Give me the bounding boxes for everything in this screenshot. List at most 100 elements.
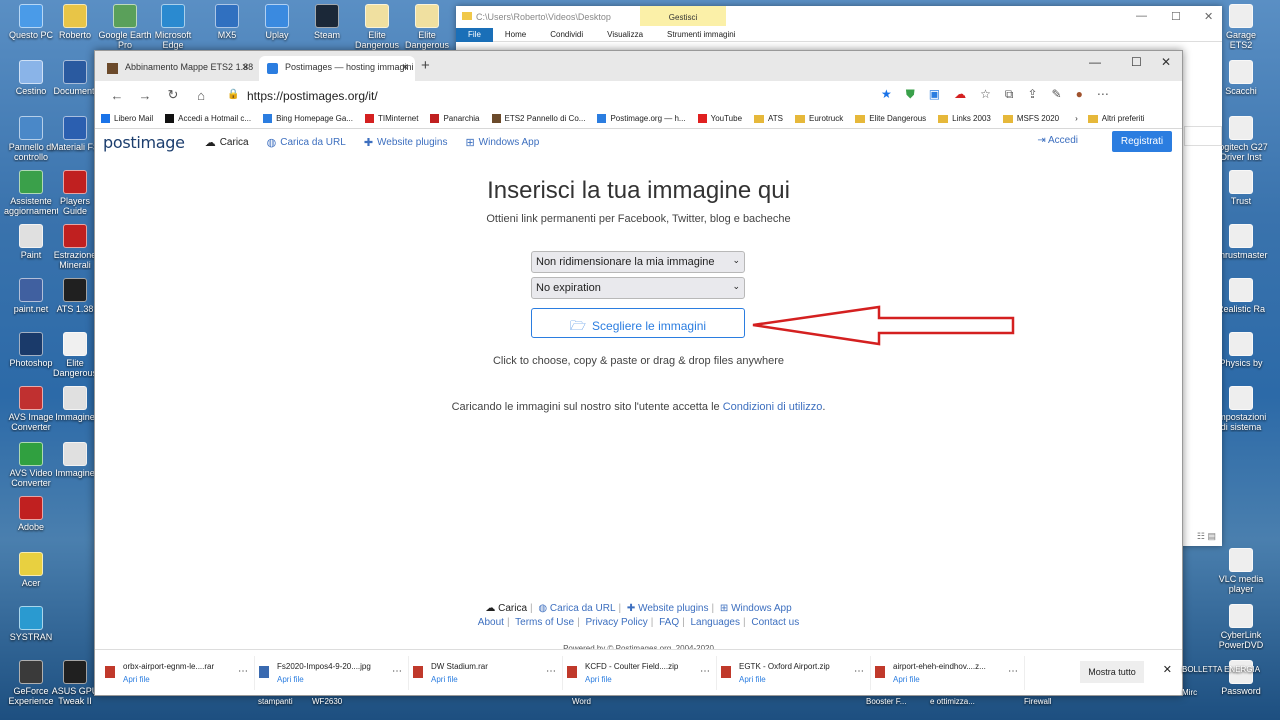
download-item[interactable]: KCFD - Coulter Field....zip Apri file ⋯ — [563, 655, 717, 690]
close-tab-icon[interactable]: ✕ — [401, 62, 409, 73]
desktop-icon[interactable]: Adobe — [4, 496, 58, 542]
expiration-select[interactable]: No expiration ⌄ — [531, 277, 745, 299]
footer-about[interactable]: About — [478, 617, 504, 628]
show-all-downloads-button[interactable]: Mostra tutto — [1080, 661, 1144, 683]
register-button[interactable]: Registrati — [1112, 131, 1172, 152]
bookmark-item[interactable]: Postimage.org — h... — [597, 114, 686, 123]
refresh-icon[interactable]: ↻ — [159, 87, 187, 103]
footer-terms[interactable]: Terms of Use — [515, 617, 574, 628]
close-icon[interactable]: ✕ — [1161, 55, 1171, 69]
desktop-icon[interactable]: Acer — [4, 552, 58, 598]
feedback-icon[interactable]: ✎ — [1052, 87, 1062, 102]
tab-postimages[interactable]: Postimages — hosting immagini ✕ — [259, 56, 415, 81]
lock-icon[interactable]: 🔒 — [227, 89, 239, 100]
open-file-link[interactable]: Apri file — [585, 675, 716, 684]
desktop-icon[interactable]: Roberto — [48, 4, 102, 50]
chevron-right-icon[interactable]: › — [1075, 114, 1078, 123]
open-file-link[interactable]: Apri file — [431, 675, 562, 684]
bookmark-item[interactable]: Bing Homepage Ga... — [263, 114, 353, 123]
desktop-icon[interactable]: Scacchi — [1214, 60, 1268, 106]
footer-plugins[interactable]: ✚ Website plugins — [627, 603, 709, 614]
download-item[interactable]: Fs2020-Impos4-9-20....jpg Apri file ⋯ — [255, 655, 409, 690]
bookmark-item[interactable]: Accedi a Hotmail c... — [165, 114, 251, 123]
desktop-icon-label[interactable]: e ottimizza... — [930, 697, 975, 706]
translate-icon[interactable]: ▣ — [929, 87, 940, 102]
home-icon[interactable]: ⌂ — [187, 88, 215, 103]
new-tab-icon[interactable]: + — [421, 57, 430, 74]
ribbon-tab-file[interactable]: File — [456, 27, 493, 42]
footer-faq[interactable]: FAQ — [659, 617, 679, 628]
cloud-icon[interactable]: ☁ — [954, 87, 966, 102]
desktop-icon[interactable]: Logitech G27 Driver Inst — [1214, 116, 1268, 162]
more-options-icon[interactable]: ⋯ — [854, 666, 864, 677]
more-options-icon[interactable]: ⋯ — [1008, 666, 1018, 677]
ribbon-tab-home[interactable]: Home — [493, 30, 538, 39]
desktop-icon-label[interactable]: WF2630 — [312, 697, 342, 706]
desktop-icon-label[interactable]: BOLLETTA ENERGIA — [1182, 665, 1260, 674]
close-icon[interactable]: ✕ — [1204, 10, 1213, 23]
close-downloads-icon[interactable]: ✕ — [1163, 663, 1172, 676]
bookmark-item[interactable]: ETS2 Pannello di Co... — [491, 114, 585, 123]
bookmark-item[interactable]: Eurotruck — [795, 114, 843, 123]
desktop-icon[interactable]: Thrustmaster — [1214, 224, 1268, 270]
ribbon-tab-image-tools[interactable]: Strumenti immagini — [655, 30, 747, 39]
desktop-icon[interactable]: Elite Dangerous — [350, 4, 404, 50]
explorer-gestisci-tab[interactable]: Gestisci — [640, 6, 726, 26]
bookmark-item[interactable]: MSFS 2020 — [1002, 114, 1059, 123]
desktop-icon[interactable]: Impostazioni di sistema — [1214, 386, 1268, 432]
nav-windows-app[interactable]: ⊞ Windows App — [465, 136, 539, 149]
tab-ets2[interactable]: Abbinamento Mappe ETS2 1.38 | ✕ — [99, 56, 255, 81]
desktop-icon[interactable]: Steam — [300, 4, 354, 50]
back-icon[interactable]: ← — [103, 88, 131, 103]
bookmark-item[interactable]: Elite Dangerous — [855, 114, 926, 123]
nav-upload[interactable]: ☁ Carica — [205, 136, 249, 149]
bookmark-item[interactable]: ATS — [754, 114, 783, 123]
forward-icon[interactable]: → — [131, 88, 159, 103]
bookmark-item[interactable]: Altri preferiti — [1087, 114, 1144, 123]
desktop-icon[interactable]: Garage ETS2 — [1214, 4, 1268, 50]
close-tab-icon[interactable]: ✕ — [241, 62, 249, 73]
choose-images-button[interactable]: 🗁 Scegliere le immagini — [531, 308, 745, 338]
desktop-icon-label[interactable]: Booster F... — [866, 697, 906, 706]
bookmark-item[interactable]: Panarchia — [430, 114, 480, 123]
ribbon-tab-view[interactable]: Visualizza — [595, 30, 655, 39]
more-options-icon[interactable]: ⋯ — [700, 666, 710, 677]
terms-link[interactable]: Condizioni di utilizzo — [723, 401, 823, 413]
open-file-link[interactable]: Apri file — [739, 675, 870, 684]
desktop-icon[interactable]: Microsoft Edge — [146, 4, 200, 50]
login-link[interactable]: ⇥ Accedi — [1037, 135, 1078, 146]
shield-icon[interactable]: ⛊ — [906, 87, 915, 102]
desktop-icon[interactable]: MX5 — [200, 4, 254, 50]
desktop-icon-label[interactable]: Firewall — [1024, 697, 1052, 706]
download-item[interactable]: DW Stadium.rar Apri file ⋯ — [409, 655, 563, 690]
footer-upload-url[interactable]: ◍ Carica da URL — [538, 603, 615, 614]
download-item[interactable]: EGTK - Oxford Airport.zip Apri file ⋯ — [717, 655, 871, 690]
desktop-icon[interactable]: Physics by — [1214, 332, 1268, 378]
bookmark-item[interactable]: YouTube — [697, 114, 742, 123]
maximize-icon[interactable]: ☐ — [1131, 55, 1142, 69]
nav-upload-url[interactable]: ◍ Carica da URL — [267, 136, 346, 149]
desktop-icon[interactable]: SYSTRAN — [4, 606, 58, 652]
postimage-logo[interactable]: postimage — [103, 133, 185, 152]
share-icon[interactable]: ⇪ — [1027, 87, 1037, 102]
desktop-icon[interactable]: Uplay — [250, 4, 304, 50]
footer-languages[interactable]: Languages — [691, 617, 741, 628]
ribbon-tab-share[interactable]: Condividi — [538, 30, 595, 39]
open-file-link[interactable]: Apri file — [893, 675, 1024, 684]
desktop-icon-label[interactable]: Mirc — [1182, 688, 1197, 697]
footer-windows-app[interactable]: ⊞ Windows App — [720, 603, 792, 614]
desktop-icon[interactable]: Elite Dangerous — [400, 4, 454, 50]
desktop-icon-label[interactable]: Word — [572, 697, 591, 706]
desktop-icon[interactable]: CyberLink PowerDVD 12 — [1214, 604, 1268, 650]
resize-select[interactable]: Non ridimensionare la mia immagine ⌄ — [531, 251, 745, 273]
nav-plugins[interactable]: ✚ Website plugins — [364, 136, 448, 149]
download-item[interactable]: airport-eheh-eindhov....z... Apri file ⋯ — [871, 655, 1025, 690]
collections-icon[interactable]: ⧉ — [1005, 87, 1014, 102]
desktop-icon[interactable]: Google Earth Pro — [98, 4, 152, 50]
footer-contact[interactable]: Contact us — [751, 617, 799, 628]
desktop-icon[interactable]: Realistic Ra — [1214, 278, 1268, 324]
more-options-icon[interactable]: ⋯ — [238, 666, 248, 677]
open-file-link[interactable]: Apri file — [123, 675, 254, 684]
bookmark-item[interactable]: Libero Mail — [101, 114, 153, 123]
view-toggle-icon[interactable]: ☷ ▤ — [1197, 531, 1216, 542]
